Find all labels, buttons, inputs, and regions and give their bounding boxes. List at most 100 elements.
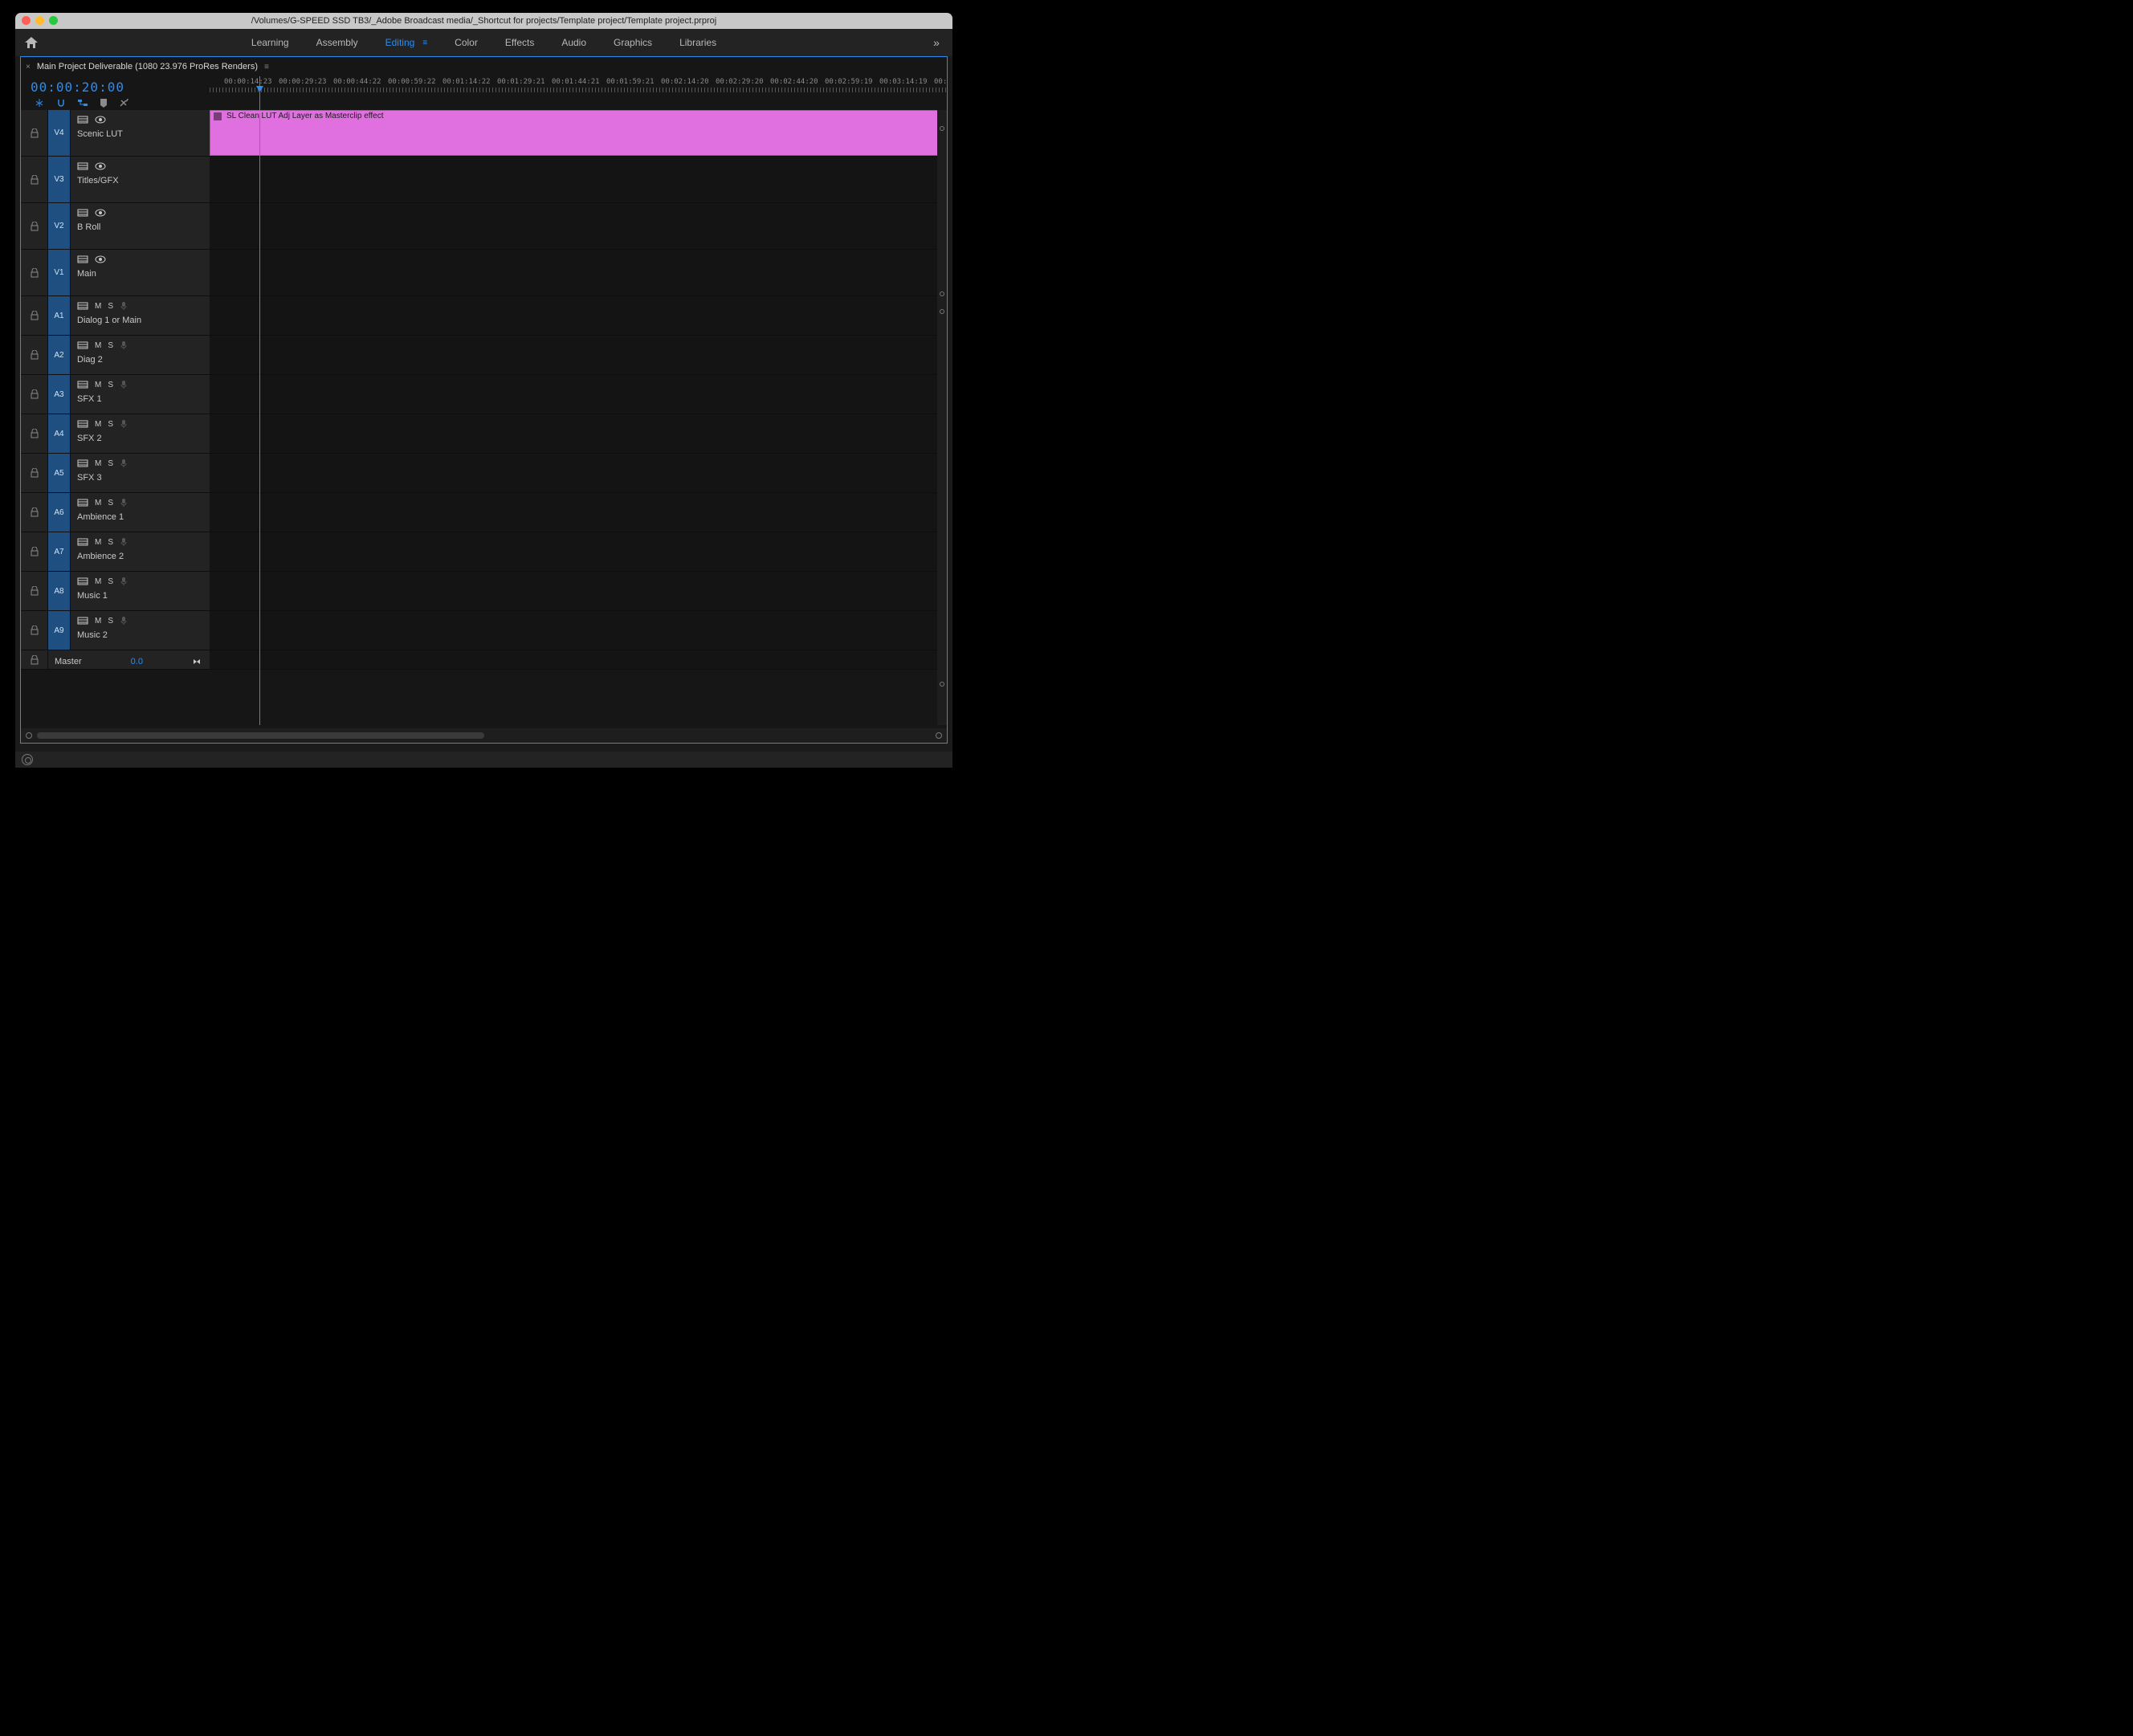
workspace-tab-effects[interactable]: Effects bbox=[505, 37, 534, 48]
track-header[interactable]: A5MSSFX 3 bbox=[21, 454, 210, 492]
track-lane[interactable] bbox=[210, 336, 947, 374]
track-target-toggle[interactable]: A1 bbox=[48, 296, 71, 335]
track-lane[interactable] bbox=[210, 414, 947, 453]
track-name[interactable]: SFX 3 bbox=[77, 473, 210, 483]
track-header[interactable]: V1 Main bbox=[21, 250, 210, 295]
track-target-toggle[interactable]: V2 bbox=[48, 203, 71, 249]
track-lock-button[interactable] bbox=[21, 650, 48, 669]
track-lane[interactable] bbox=[210, 572, 947, 610]
track-target-toggle[interactable]: A2 bbox=[48, 336, 71, 374]
home-button[interactable] bbox=[15, 36, 47, 49]
track-lock-button[interactable] bbox=[21, 110, 48, 156]
track-target-toggle[interactable]: A4 bbox=[48, 414, 71, 453]
track-target-toggle[interactable]: A5 bbox=[48, 454, 71, 492]
voiceover-button[interactable] bbox=[120, 380, 128, 389]
minimize-window-button[interactable] bbox=[35, 16, 44, 25]
zoom-handle-icon[interactable] bbox=[940, 126, 944, 131]
track-name[interactable]: Main bbox=[77, 269, 210, 279]
clip[interactable]: SL Clean LUT Adj Layer as Masterclip eff… bbox=[210, 110, 947, 156]
mute-button[interactable]: M bbox=[95, 577, 101, 586]
scrollbar-thumb[interactable] bbox=[37, 732, 484, 739]
track-target-toggle[interactable]: A3 bbox=[48, 375, 71, 414]
insert-overwrite-toggle-icon[interactable] bbox=[34, 98, 45, 108]
track-target-toggle[interactable]: V1 bbox=[48, 250, 71, 295]
mute-button[interactable]: M bbox=[95, 617, 101, 626]
output-toggle-icon[interactable] bbox=[192, 658, 202, 666]
track-target-toggle[interactable]: A9 bbox=[48, 611, 71, 650]
track-lane[interactable] bbox=[210, 532, 947, 571]
track-lock-button[interactable] bbox=[21, 572, 48, 610]
track-header[interactable]: A8MSMusic 1 bbox=[21, 572, 210, 610]
voiceover-button[interactable] bbox=[120, 458, 128, 468]
voiceover-button[interactable] bbox=[120, 498, 128, 507]
track-lock-button[interactable] bbox=[21, 611, 48, 650]
track-lane[interactable]: SL Clean LUT Adj Layer as Masterclip eff… bbox=[210, 110, 947, 156]
track-name[interactable]: Ambience 1 bbox=[77, 512, 210, 522]
workspace-tab-audio[interactable]: Audio bbox=[561, 37, 586, 48]
solo-button[interactable]: S bbox=[108, 499, 113, 507]
close-window-button[interactable] bbox=[22, 16, 31, 25]
solo-button[interactable]: S bbox=[108, 617, 113, 626]
track-name[interactable]: Music 1 bbox=[77, 591, 210, 601]
track-header[interactable]: V2B Roll bbox=[21, 203, 210, 249]
solo-button[interactable]: S bbox=[108, 302, 113, 311]
track-lock-button[interactable] bbox=[21, 454, 48, 492]
track-header[interactable]: A3MSSFX 1 bbox=[21, 375, 210, 414]
voiceover-button[interactable] bbox=[120, 340, 128, 350]
track-lock-button[interactable] bbox=[21, 532, 48, 571]
zoom-handle-icon[interactable] bbox=[940, 682, 944, 687]
workspace-tab-color[interactable]: Color bbox=[455, 37, 478, 48]
track-target-toggle[interactable]: V4 bbox=[48, 110, 71, 156]
toggle-track-output[interactable] bbox=[95, 162, 106, 170]
close-panel-button[interactable]: × bbox=[26, 63, 31, 71]
settings-wrench-icon[interactable] bbox=[119, 98, 130, 108]
track-name[interactable]: SFX 2 bbox=[77, 434, 210, 443]
track-lock-button[interactable] bbox=[21, 375, 48, 414]
voiceover-button[interactable] bbox=[120, 537, 128, 547]
track-header[interactable]: V3Titles/GFX bbox=[21, 157, 210, 202]
track-lock-button[interactable] bbox=[21, 296, 48, 335]
workspace-tab-graphics[interactable]: Graphics bbox=[614, 37, 652, 48]
mute-button[interactable]: M bbox=[95, 459, 101, 468]
playhead[interactable] bbox=[259, 76, 260, 110]
track-target-toggle[interactable]: A7 bbox=[48, 532, 71, 571]
track-target-toggle[interactable]: A8 bbox=[48, 572, 71, 610]
workspace-menu-icon[interactable]: ≡ bbox=[422, 39, 427, 47]
zoom-out-handle[interactable] bbox=[26, 732, 32, 739]
master-level[interactable]: 0.0 bbox=[131, 657, 143, 666]
mute-button[interactable]: M bbox=[95, 381, 101, 389]
mute-button[interactable]: M bbox=[95, 302, 101, 311]
zoom-handle-icon[interactable] bbox=[940, 309, 944, 314]
workspace-tab-libraries[interactable]: Libraries bbox=[679, 37, 716, 48]
zoom-handle-icon[interactable] bbox=[940, 291, 944, 296]
horizontal-scrollbar[interactable] bbox=[21, 728, 947, 743]
track-header[interactable]: A2MSDiag 2 bbox=[21, 336, 210, 374]
track-lane[interactable] bbox=[210, 157, 947, 202]
track-name[interactable]: Scenic LUT bbox=[77, 129, 210, 139]
mute-button[interactable]: M bbox=[95, 420, 101, 429]
track-lane[interactable] bbox=[210, 375, 947, 414]
mute-button[interactable]: M bbox=[95, 341, 101, 350]
track-header[interactable]: A6MSAmbience 1 bbox=[21, 493, 210, 532]
solo-button[interactable]: S bbox=[108, 420, 113, 429]
mute-button[interactable]: M bbox=[95, 538, 101, 547]
track-lane[interactable] bbox=[210, 296, 947, 335]
track-lane[interactable] bbox=[210, 650, 947, 669]
solo-button[interactable]: S bbox=[108, 341, 113, 350]
track-name[interactable]: Ambience 2 bbox=[77, 552, 210, 561]
track-name[interactable]: SFX 1 bbox=[77, 394, 210, 404]
track-lock-button[interactable] bbox=[21, 157, 48, 202]
track-header[interactable]: V4 Scenic LUT bbox=[21, 110, 210, 156]
titlebar[interactable]: /Volumes/G-SPEED SSD TB3/_Adobe Broadcas… bbox=[15, 13, 952, 29]
workspace-overflow-button[interactable]: » bbox=[920, 36, 952, 49]
track-lane[interactable] bbox=[210, 454, 947, 492]
voiceover-button[interactable] bbox=[120, 419, 128, 429]
track-name[interactable]: Titles/GFX bbox=[77, 176, 210, 185]
zoom-window-button[interactable] bbox=[49, 16, 58, 25]
track-header[interactable]: A9MSMusic 2 bbox=[21, 611, 210, 650]
track-lane[interactable] bbox=[210, 611, 947, 650]
track-name[interactable]: Dialog 1 or Main bbox=[77, 316, 210, 325]
track-lane[interactable] bbox=[210, 493, 947, 532]
track-lock-button[interactable] bbox=[21, 250, 48, 295]
snap-icon[interactable] bbox=[56, 98, 66, 108]
